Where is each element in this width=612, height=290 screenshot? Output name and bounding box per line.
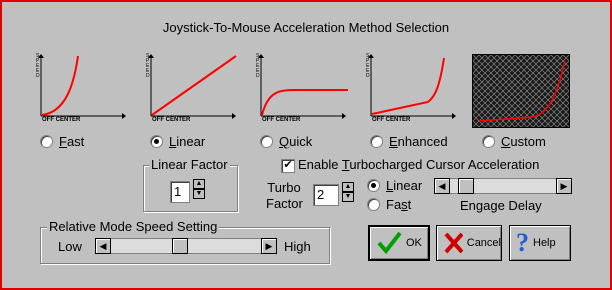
radio-turbo-linear[interactable]: Linear	[367, 178, 422, 193]
turbo-checkbox[interactable]: ✔	[281, 159, 295, 173]
ok-button[interactable]: OK	[368, 225, 430, 261]
scroll-left-icon[interactable]: ◀	[95, 238, 111, 254]
chart-quick: SPEED OFF CENTER	[256, 54, 348, 126]
x-axis-label: OFF CENTER	[42, 117, 81, 123]
radio-turbo-fast-dot[interactable]	[367, 198, 380, 211]
chart-custom[interactable]	[472, 54, 570, 128]
relative-speed-thumb[interactable]	[172, 238, 188, 254]
engage-delay-thumb[interactable]	[458, 178, 474, 194]
turbo-checkbox-label: Enable Turbocharged Cursor Acceleration	[298, 157, 540, 172]
x-axis-label: OFF CENTER	[372, 117, 411, 123]
turbo-factor-input[interactable]: 2	[313, 184, 339, 206]
linear-factor-input[interactable]: 1	[170, 181, 190, 203]
relative-speed-scrollbar[interactable]: ◀ ▶	[95, 238, 277, 254]
radio-quick-dot[interactable]	[260, 135, 273, 148]
scroll-right-icon[interactable]: ▶	[556, 178, 572, 194]
relative-mode-title: Relative Mode Speed Setting	[47, 219, 220, 234]
radio-fast-dot[interactable]	[40, 135, 53, 148]
radio-enhanced-dot[interactable]	[370, 135, 383, 148]
cancel-button[interactable]: Cancel	[436, 225, 502, 261]
chart-fast-svg	[38, 54, 126, 119]
radio-turbo-fast[interactable]: Fast	[367, 197, 411, 212]
spin-up-icon[interactable]: ▲	[342, 182, 354, 192]
cross-icon	[444, 232, 463, 254]
dialog-title: Joystick-To-Mouse Acceleration Method Se…	[162, 20, 450, 35]
linear-factor-spinner[interactable]: ▲ ▼	[193, 179, 205, 199]
help-button[interactable]: ? Help	[509, 225, 571, 261]
question-icon: ?	[516, 228, 529, 257]
spin-up-icon[interactable]: ▲	[193, 179, 205, 189]
y-axis-label: SPEED	[36, 53, 40, 79]
engage-delay-label: Engage Delay	[460, 198, 542, 213]
linear-factor-group	[143, 165, 238, 212]
high-label: High	[284, 239, 311, 254]
chart-enhanced: SPEED OFF CENTER	[366, 54, 458, 126]
chart-linear: SPEED OFF CENTER	[146, 54, 238, 126]
chart-fast: SPEED OFF CENTER	[36, 54, 128, 126]
spin-down-icon[interactable]: ▼	[193, 189, 205, 199]
spin-down-icon[interactable]: ▼	[342, 192, 354, 202]
radio-linear-dot[interactable]	[150, 135, 163, 148]
turbo-factor-label: Turbo Factor	[266, 180, 303, 211]
low-label: Low	[58, 239, 82, 254]
scroll-left-icon[interactable]: ◀	[434, 178, 450, 194]
y-axis-label: SPEED	[256, 53, 260, 79]
radio-custom-dot[interactable]	[482, 135, 495, 148]
engage-delay-scrollbar[interactable]: ◀ ▶	[434, 178, 572, 194]
linear-factor-title: Linear Factor	[149, 157, 230, 172]
turbo-factor-spinner[interactable]: ▲ ▼	[342, 182, 354, 202]
radio-quick[interactable]: Quick	[260, 134, 312, 149]
radio-turbo-linear-dot[interactable]	[367, 179, 380, 192]
y-axis-label: SPEED	[366, 53, 370, 79]
scroll-right-icon[interactable]: ▶	[261, 238, 277, 254]
x-axis-label: OFF CENTER	[262, 117, 301, 123]
x-axis-label: OFF CENTER	[152, 117, 191, 123]
checkmark-icon	[377, 231, 402, 255]
y-axis-label: SPEED	[146, 53, 150, 79]
radio-enhanced[interactable]: Enhanced	[370, 134, 448, 149]
radio-linear[interactable]: Linear	[150, 134, 205, 149]
radio-custom[interactable]: Custom	[482, 134, 546, 149]
radio-fast[interactable]: Fast	[40, 134, 84, 149]
